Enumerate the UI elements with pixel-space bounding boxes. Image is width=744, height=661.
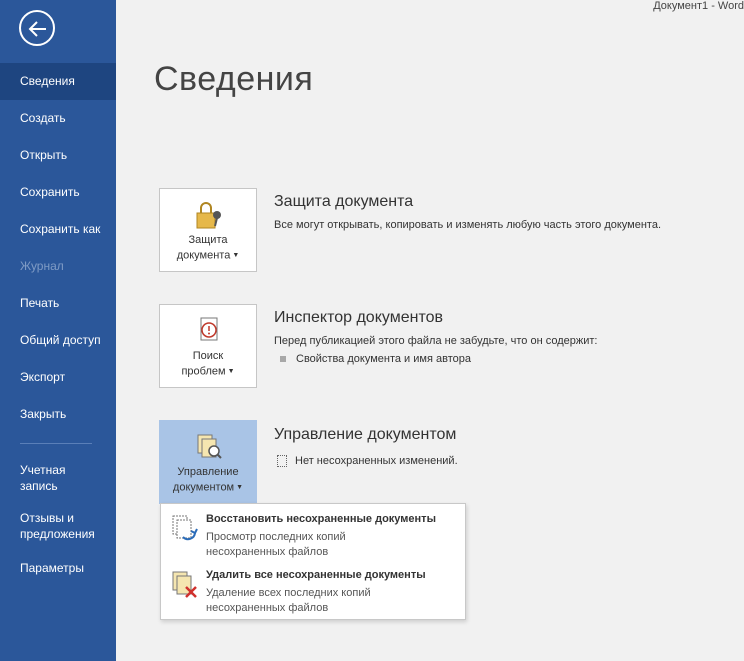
nav-account[interactable]: Учетная запись xyxy=(0,454,116,502)
check-issues-label: Поиск проблем ▼ xyxy=(160,349,256,379)
page-title: Сведения xyxy=(154,60,314,98)
manage-document-menu: Восстановить несохраненные документы Про… xyxy=(160,503,466,620)
check-issues-button[interactable]: Поиск проблем ▼ xyxy=(159,304,257,388)
manage-desc: Нет несохраненных изменений. xyxy=(295,455,458,467)
recover-title: Восстановить несохраненные документы xyxy=(206,513,436,525)
nav-save-as[interactable]: Сохранить как xyxy=(0,211,116,248)
manage-document-button[interactable]: Управление документом ▼ xyxy=(159,420,257,504)
nav-export[interactable]: Экспорт xyxy=(0,359,116,396)
manage-document-label: Управление документом ▼ xyxy=(160,465,256,495)
nav-account-line1: Учетная xyxy=(20,463,66,477)
chevron-down-icon: ▼ xyxy=(227,368,235,375)
nav-open[interactable]: Открыть xyxy=(0,137,116,174)
back-arrow-icon xyxy=(28,21,46,37)
nav-info[interactable]: Сведения xyxy=(0,63,116,100)
chevron-down-icon: ▼ xyxy=(236,484,244,491)
inspect-desc: Перед публикацией этого файла не забудьт… xyxy=(274,335,598,347)
backstage-sidebar: Сведения Создать Открыть Сохранить Сохра… xyxy=(0,0,116,661)
bullet-icon xyxy=(280,356,286,363)
inspect-title: Инспектор документов xyxy=(274,309,443,326)
inspect-line1: Поиск xyxy=(192,350,224,362)
delete-document-icon xyxy=(172,571,197,598)
chevron-down-icon: ▼ xyxy=(232,252,240,259)
lock-key-icon xyxy=(196,202,221,229)
nav-print[interactable]: Печать xyxy=(0,285,116,322)
manage-desc-row: Нет несохраненных изменений. xyxy=(277,455,458,468)
nav-history: Журнал xyxy=(20,259,64,273)
nav-feedback-line2: предложения xyxy=(20,527,95,541)
protect-line2: документа ▼ xyxy=(176,249,240,262)
inspect-line2: проблем ▼ xyxy=(181,365,235,378)
back-button[interactable] xyxy=(19,10,55,46)
protect-document-button[interactable]: Защита документа ▼ xyxy=(159,188,257,272)
delete-title: Удалить все несохраненные документы xyxy=(206,569,426,581)
manage-document-icon xyxy=(197,434,222,459)
nav-close[interactable]: Закрыть xyxy=(0,396,116,433)
nav-account-line2: запись xyxy=(20,479,58,493)
protect-desc: Все могут открывать, копировать и изменя… xyxy=(274,219,662,231)
protect-title: Защита документа xyxy=(274,193,414,210)
protect-document-label: Защита документа ▼ xyxy=(160,233,256,263)
protect-line1: Защита xyxy=(188,234,228,246)
nav-save[interactable]: Сохранить xyxy=(0,174,116,211)
inspect-bullet-item: Свойства документа и имя автора xyxy=(280,353,471,365)
manage-title: Управление документом xyxy=(274,426,457,443)
delete-desc: Удаление всех последних копий несохранен… xyxy=(206,587,371,614)
document-icon xyxy=(277,455,287,468)
nav-options[interactable]: Параметры xyxy=(0,550,116,587)
nav-new[interactable]: Создать xyxy=(0,100,116,137)
manage-line2: документом ▼ xyxy=(172,481,244,494)
inspect-document-icon xyxy=(200,317,218,341)
backstage-nav: Сведения Создать Открыть Сохранить Сохра… xyxy=(0,63,116,587)
nav-feedback[interactable]: Отзывы и предложения xyxy=(0,502,116,550)
window-title: Документ1 - Word xyxy=(653,0,744,12)
nav-feedback-line1: Отзывы и xyxy=(20,511,74,525)
delete-unsaved-documents-item[interactable]: Удалить все несохраненные документы Удал… xyxy=(161,563,465,619)
nav-share[interactable]: Общий доступ xyxy=(0,322,116,359)
recover-unsaved-documents-item[interactable]: Восстановить несохраненные документы Про… xyxy=(161,507,465,563)
nav-divider xyxy=(20,443,92,444)
recover-document-icon xyxy=(172,515,198,541)
manage-line1: Управление xyxy=(177,466,239,478)
recover-desc: Просмотр последних копий несохраненных ф… xyxy=(206,531,346,558)
